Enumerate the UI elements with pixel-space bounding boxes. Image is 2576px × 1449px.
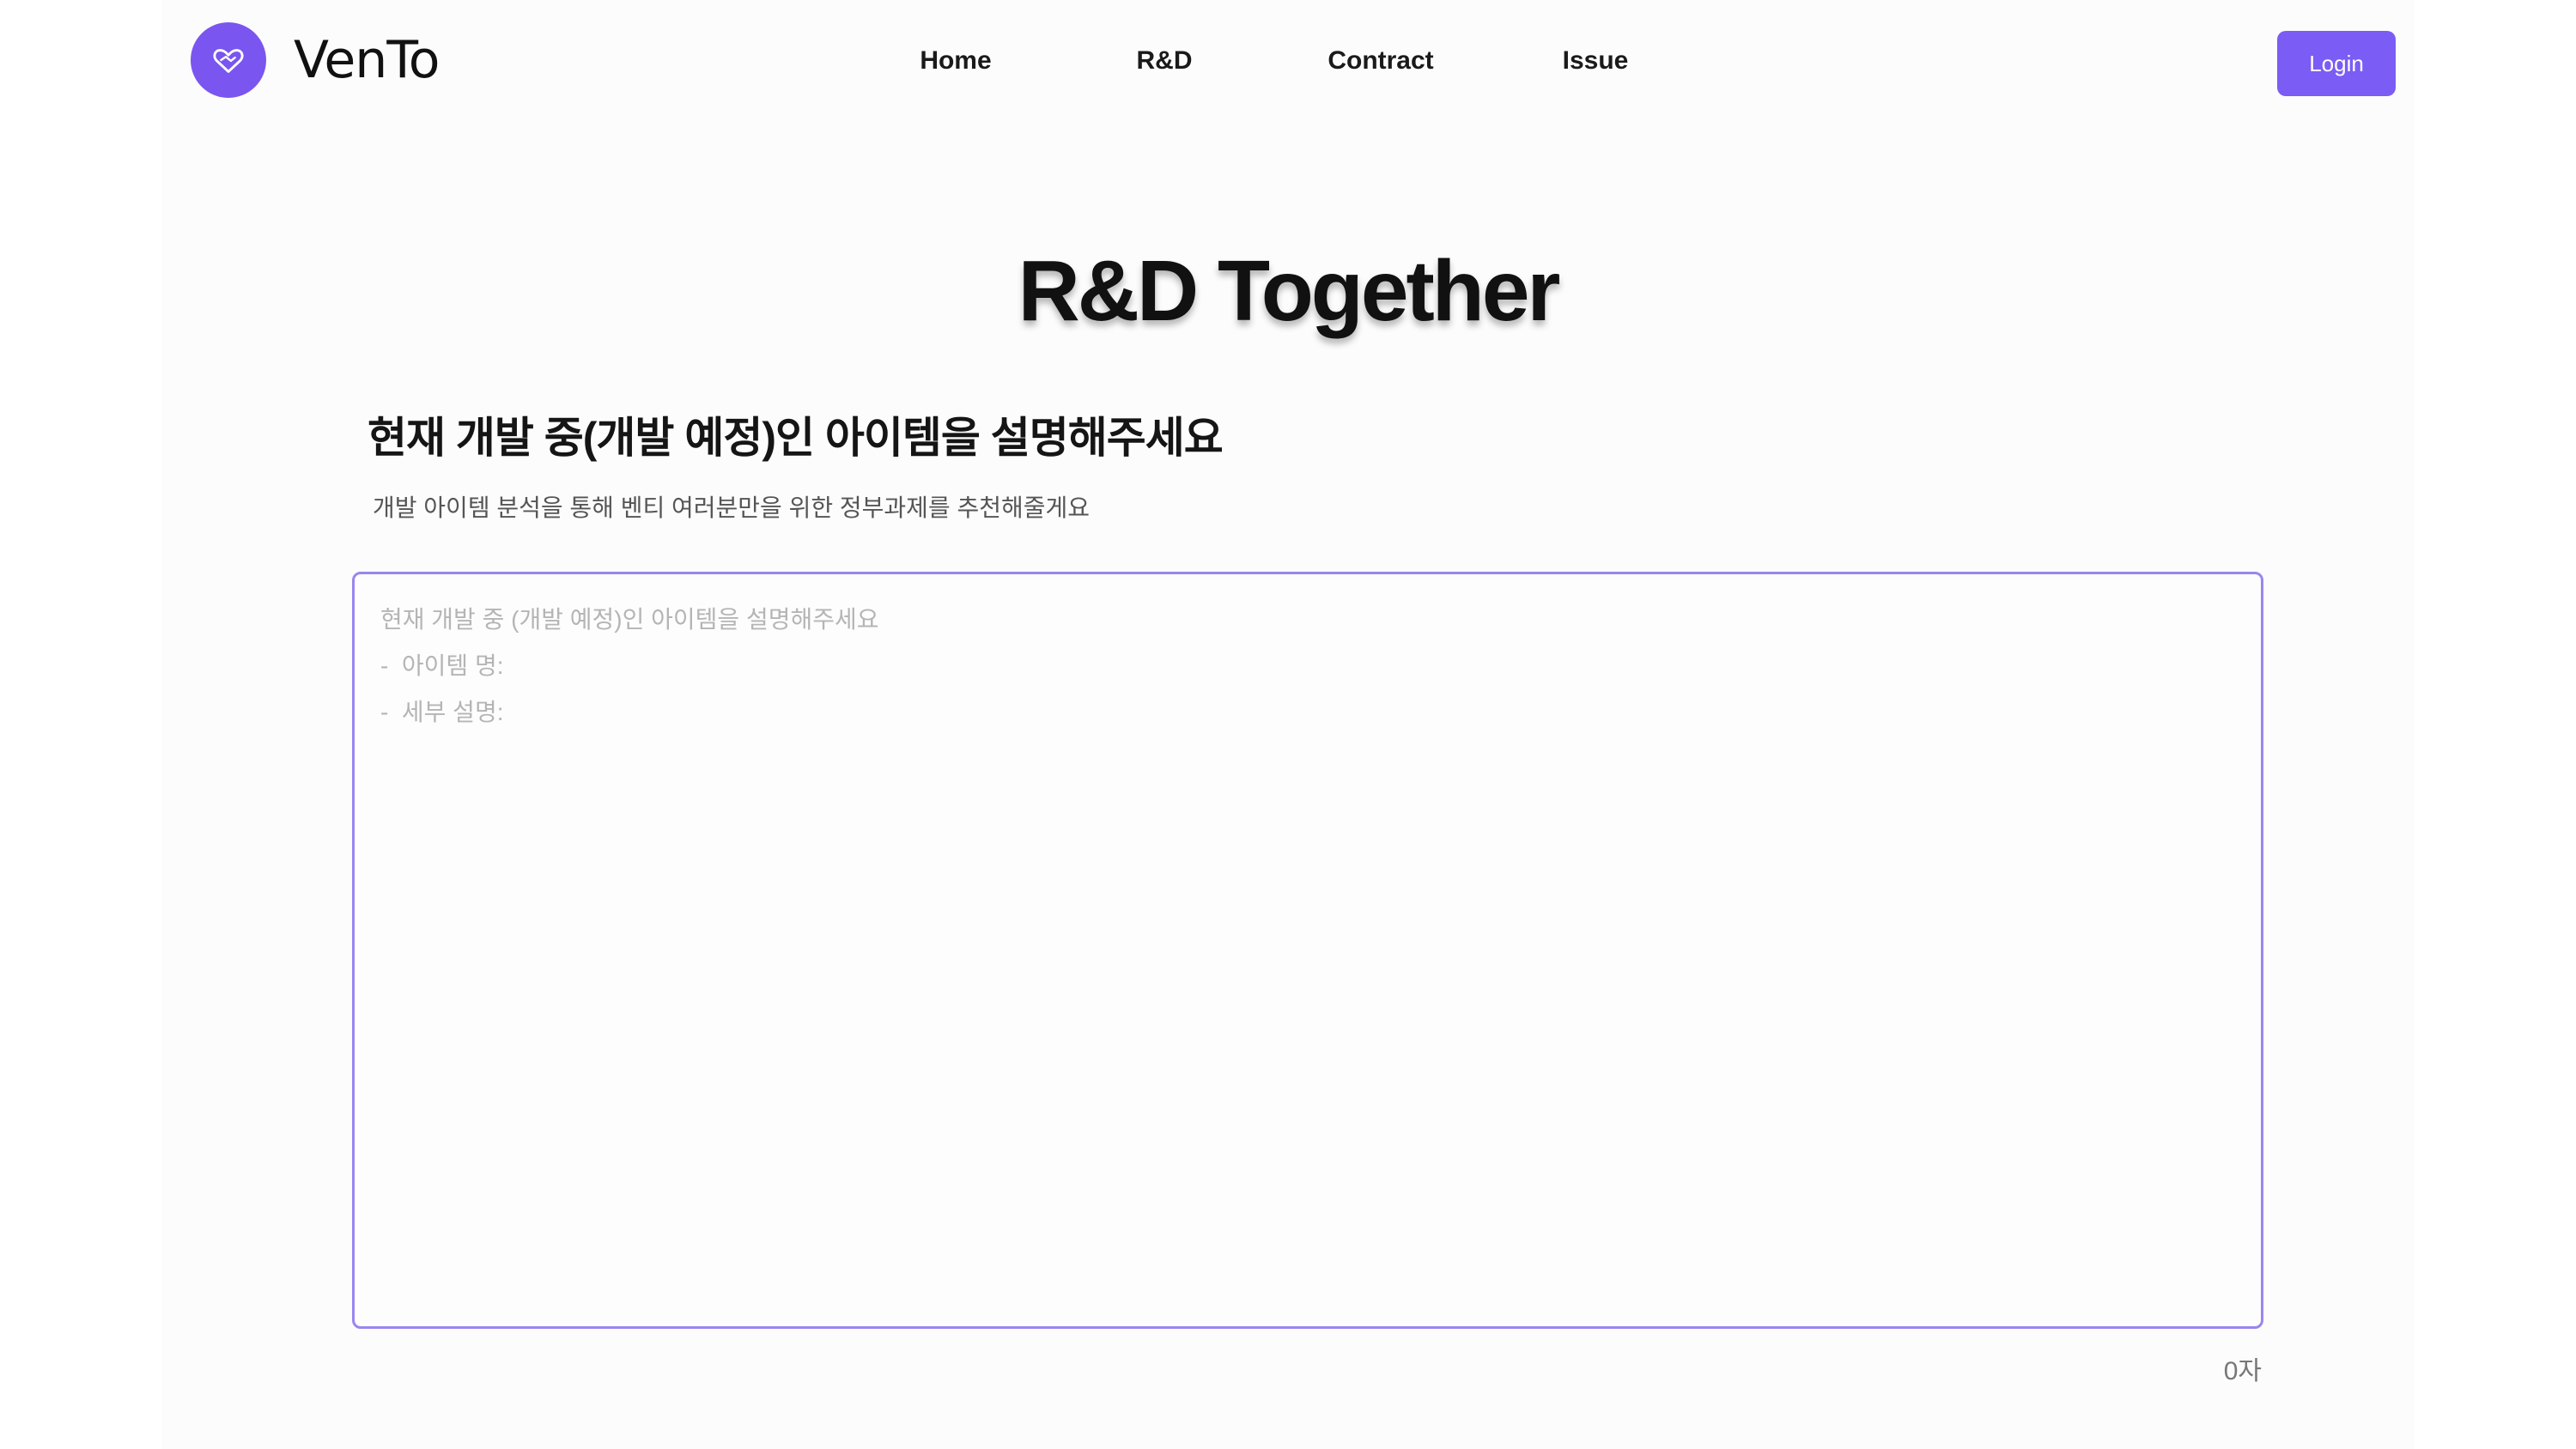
section-subtitle: 개발 아이템 분석을 통해 벤티 여러분만을 위한 정부과제를 추천해줄게요 bbox=[373, 494, 1091, 521]
brand-logo[interactable]: VenTo bbox=[191, 22, 440, 98]
nav-rnd[interactable]: R&D bbox=[1137, 46, 1193, 76]
login-button[interactable]: Login bbox=[2277, 31, 2396, 96]
character-counter: 0자 bbox=[2223, 1357, 2262, 1385]
brand-name: VenTo bbox=[294, 30, 440, 90]
item-description-area bbox=[352, 572, 2263, 1329]
section-question: 현재 개발 중(개발 예정)인 아이템을 설명해주세요 bbox=[368, 414, 1224, 462]
nav-contract[interactable]: Contract bbox=[1327, 46, 1433, 76]
page-title: R&D Together bbox=[1018, 243, 1561, 339]
item-description-input[interactable] bbox=[352, 572, 2263, 1329]
heart-handshake-icon bbox=[191, 22, 266, 98]
nav-home[interactable]: Home bbox=[920, 46, 991, 76]
nav-issue[interactable]: Issue bbox=[1563, 46, 1629, 76]
